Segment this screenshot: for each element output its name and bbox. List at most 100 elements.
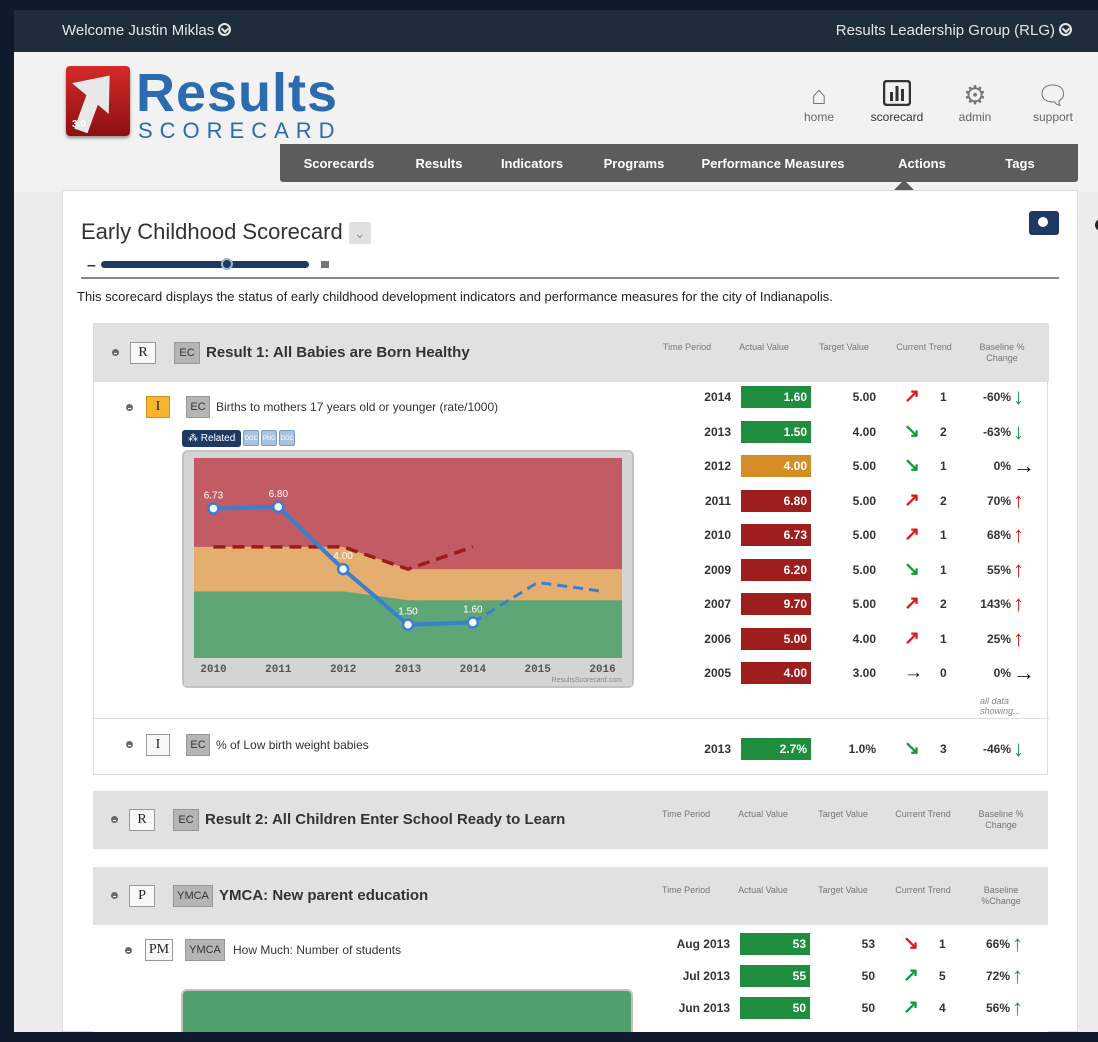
time-period: 2007 <box>704 597 731 611</box>
baseline-change: 0% <box>993 666 1011 680</box>
program-tag: P <box>129 885 155 907</box>
top-bar: Welcome Justin Miklas Results Leadership… <box>14 10 1098 52</box>
indicator-title[interactable]: Births to mothers 17 years old or younge… <box>216 400 498 414</box>
result-1-header[interactable]: R EC Result 1: All Babies are Born Healt… <box>94 324 1049 382</box>
column-baseline-change: Baseline %Change <box>981 885 1021 906</box>
subnav-results[interactable]: Results <box>398 156 480 171</box>
value-row[interactable]: 2006 5.00 4.00 ↗ 1 25% ↑ <box>671 626 1051 652</box>
chevron-down-icon[interactable]: ⌄ <box>348 222 371 245</box>
indicator-title[interactable]: % of Low birth weight babies <box>216 738 369 752</box>
result-title[interactable]: Result 2: All Children Enter School Read… <box>205 811 565 828</box>
trend-arrow-icon: ↘ <box>904 455 920 476</box>
subnav-programs[interactable]: Programs <box>584 156 684 171</box>
nav-scorecard[interactable]: scorecard <box>858 79 936 124</box>
related-button[interactable]: ⁂ Related <box>182 430 242 447</box>
welcome-menu[interactable]: Welcome Justin Miklas <box>62 22 232 39</box>
measure-chart-svg: 505553 <box>183 991 631 1032</box>
logo-title[interactable]: Results <box>136 66 338 120</box>
document-icon[interactable]: DOC <box>243 430 260 446</box>
slider-track[interactable] <box>101 261 309 268</box>
measure-title[interactable]: How Much: Number of students <box>233 943 401 957</box>
document-icon[interactable]: DOC <box>279 430 296 446</box>
options-button[interactable] <box>1029 211 1059 235</box>
value-row[interactable]: 2007 9.70 5.00 ↗ 2 143% ↑ <box>671 592 1051 617</box>
x-tick-label: 2010 <box>200 664 226 676</box>
value-row[interactable]: Jul 2013 55 50 ↗ 5 72% ↑ <box>670 964 1050 989</box>
target-value: 1.0% <box>848 742 876 756</box>
value-row[interactable]: 2005 4.00 3.00 → 0 0% → <box>671 661 1051 686</box>
subnav-performance-measures[interactable]: Performance Measures <box>684 156 862 171</box>
image-file-icon[interactable]: PNG <box>261 430 278 446</box>
expand-icon[interactable] <box>124 739 135 750</box>
actual-value: 1.60 <box>741 386 811 408</box>
baseline-change: 143% <box>980 597 1011 611</box>
organization-menu[interactable]: Results Leadership Group (RLG) <box>836 22 1072 39</box>
column-current-trend: Current Trend <box>895 885 951 895</box>
page-title: Early Childhood Scorecard ⌄ <box>81 219 371 245</box>
value-row[interactable]: 2013 2.7% 1.0% ↘ 3 -46% ↓ <box>671 737 1051 762</box>
time-period: Jul 2013 <box>682 969 730 983</box>
collapse-icon[interactable] <box>109 890 120 901</box>
value-row[interactable]: 2013 1.50 4.00 ↘ 2 -63% ↓ <box>671 419 1051 445</box>
baseline-arrow-icon: ↑ <box>1013 556 1024 582</box>
actual-value: 4.00 <box>741 455 811 477</box>
measure-chart[interactable]: 505553 <box>181 989 633 1032</box>
baseline-change: 72% <box>985 969 1010 983</box>
nav-admin[interactable]: ⚙ admin <box>936 80 1014 124</box>
x-tick-label: 2013 <box>395 664 422 676</box>
expand-icon[interactable] <box>109 814 120 825</box>
trend-arrow-icon: ↘ <box>903 933 919 954</box>
actual-value: 6.80 <box>741 489 811 512</box>
column-time-period: Time Period <box>661 809 711 819</box>
result-1-section: R EC Result 1: All Babies are Born Healt… <box>93 323 1051 775</box>
trend-arrow-icon: ↗ <box>904 386 920 407</box>
program-title[interactable]: YMCA: New parent education <box>219 887 428 904</box>
indicator-chart[interactable]: 6.73 6.80 4.00 1.50 1.60 2010 2011 2012 2013 2014… <box>182 450 634 688</box>
sub-nav: Scorecards Results Indicators Programs P… <box>280 144 1078 182</box>
slider-handle[interactable] <box>221 258 233 270</box>
detail-level-slider[interactable]: – <box>83 257 353 274</box>
trend-arrow-icon: ↗ <box>904 627 920 649</box>
value-row[interactable]: 2012 4.00 5.00 ↘ 1 0% → <box>671 454 1051 479</box>
value-row[interactable]: Jun 2013 50 50 ↗ 4 56% ↑ <box>670 996 1050 1021</box>
baseline-arrow-icon: ↑ <box>1013 522 1024 547</box>
result-2-header[interactable]: R EC Result 2: All Children Enter School… <box>93 791 1048 849</box>
collapse-icon[interactable] <box>110 347 121 358</box>
value-row[interactable]: 2011 6.80 5.00 ↗ 2 70% ↑ <box>671 488 1051 514</box>
subnav-actions[interactable]: Actions <box>862 156 982 171</box>
result-title[interactable]: Result 1: All Babies are Born Healthy <box>206 344 470 361</box>
baseline-arrow-icon: ↑ <box>1012 931 1023 956</box>
data-point <box>336 562 350 576</box>
subnav-scorecards[interactable]: Scorecards <box>280 156 398 171</box>
subnav-indicators[interactable]: Indicators <box>480 156 584 171</box>
time-period: Jun 2013 <box>678 1001 730 1015</box>
nav-support[interactable]: 🗨 support <box>1014 80 1092 124</box>
trend-arrow-icon: ↗ <box>903 997 919 1018</box>
time-period: 2013 <box>704 424 731 439</box>
column-actual-value: Actual Value <box>738 809 788 819</box>
actual-value: 55 <box>740 965 810 987</box>
baseline-change: 0% <box>993 459 1011 473</box>
all-data-link[interactable]: all data showing... <box>980 696 1047 716</box>
trend-count: 2 <box>940 597 947 611</box>
value-row[interactable]: 2009 6.20 5.00 ↘ 1 55% ↑ <box>671 556 1051 583</box>
welcome-text: Welcome Justin Miklas <box>62 22 215 39</box>
baseline-change: 25% <box>986 631 1011 646</box>
target-value: 5.00 <box>852 562 876 577</box>
collapse-icon[interactable] <box>123 945 134 956</box>
trend-count: 1 <box>940 631 947 646</box>
actual-value: 4.00 <box>741 662 811 684</box>
value-row[interactable]: Aug 2013 53 53 ↘ 1 66% ↑ <box>670 931 1050 957</box>
column-actual-value: Actual Value <box>739 342 789 352</box>
baseline-change: 68% <box>986 528 1011 542</box>
program-header[interactable]: P YMCA YMCA: New parent education Time P… <box>93 867 1048 925</box>
nav-home[interactable]: ⌂ home <box>780 80 858 124</box>
actual-value: 6.20 <box>741 558 811 581</box>
related-label: Related <box>200 433 236 444</box>
value-row[interactable]: 2010 6.73 5.00 ↗ 1 68% ↑ <box>671 522 1051 548</box>
nav-label: home <box>803 110 835 124</box>
subnav-tags[interactable]: Tags <box>982 156 1058 171</box>
value-row[interactable]: 2014 1.60 5.00 ↗ 1 -60% ↓ <box>671 385 1051 410</box>
collapse-icon[interactable] <box>124 402 135 413</box>
logo-icon[interactable]: 3.0 <box>66 60 130 136</box>
